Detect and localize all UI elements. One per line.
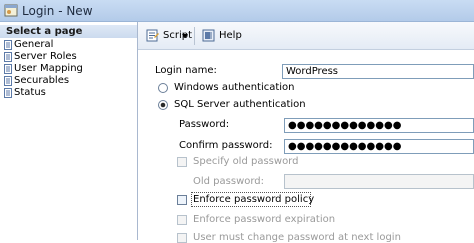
page-item-label: User Mapping (14, 63, 83, 74)
select-page-header: Select a page (0, 25, 137, 38)
page-icon (4, 76, 12, 86)
help-button[interactable]: Help (202, 28, 242, 44)
page-item-label: General (14, 39, 54, 50)
page-icon (4, 52, 12, 62)
enforce-expiration-checkbox[interactable] (177, 215, 187, 225)
enforce-policy-checkbox[interactable] (177, 195, 187, 205)
page-selector-pane: Select a page General Server Roles User … (0, 22, 138, 240)
sql-auth-radio[interactable] (158, 100, 168, 110)
help-label: Help (219, 30, 242, 41)
window-title: Login - New (22, 4, 93, 18)
must-change-password-label: User must change password at next login (193, 232, 401, 243)
toolbar-separator (194, 27, 195, 45)
page-item-label: Securables (14, 75, 70, 86)
confirm-password-input[interactable]: ●●●●●●●●●●●●● (284, 139, 474, 154)
page-icon (4, 64, 12, 74)
must-change-password-checkbox[interactable] (177, 233, 187, 243)
page-item-label: Status (14, 87, 46, 98)
old-password-label: Old password: (193, 176, 265, 187)
login-name-input[interactable]: WordPress (282, 64, 474, 79)
general-page-content: Login name: WordPress Windows authentica… (138, 50, 474, 243)
toolbar: Script Help (138, 22, 474, 50)
enforce-policy-label: Enforce password policy (193, 194, 315, 205)
chevron-down-icon[interactable] (182, 34, 188, 38)
specify-old-password-label: Specify old password (193, 156, 299, 167)
confirm-password-label: Confirm password: (179, 140, 273, 151)
sql-auth-label: SQL Server authentication (174, 99, 306, 110)
page-icon (4, 40, 12, 50)
title-bar: Login - New (0, 0, 474, 22)
enforce-expiration-label: Enforce password expiration (193, 214, 336, 225)
login-window-icon (4, 4, 18, 17)
script-button[interactable]: Script (146, 28, 192, 44)
windows-auth-label: Windows authentication (174, 82, 295, 93)
password-label: Password: (179, 119, 230, 130)
page-item-label: Server Roles (14, 51, 77, 62)
windows-auth-radio[interactable] (158, 83, 168, 93)
password-input[interactable]: ●●●●●●●●●●●●● (284, 118, 474, 133)
help-icon (202, 29, 215, 42)
login-name-label: Login name: (155, 65, 217, 76)
page-icon (4, 88, 12, 98)
script-icon (146, 29, 159, 42)
old-password-input[interactable] (284, 174, 474, 189)
specify-old-password-checkbox[interactable] (177, 157, 187, 167)
